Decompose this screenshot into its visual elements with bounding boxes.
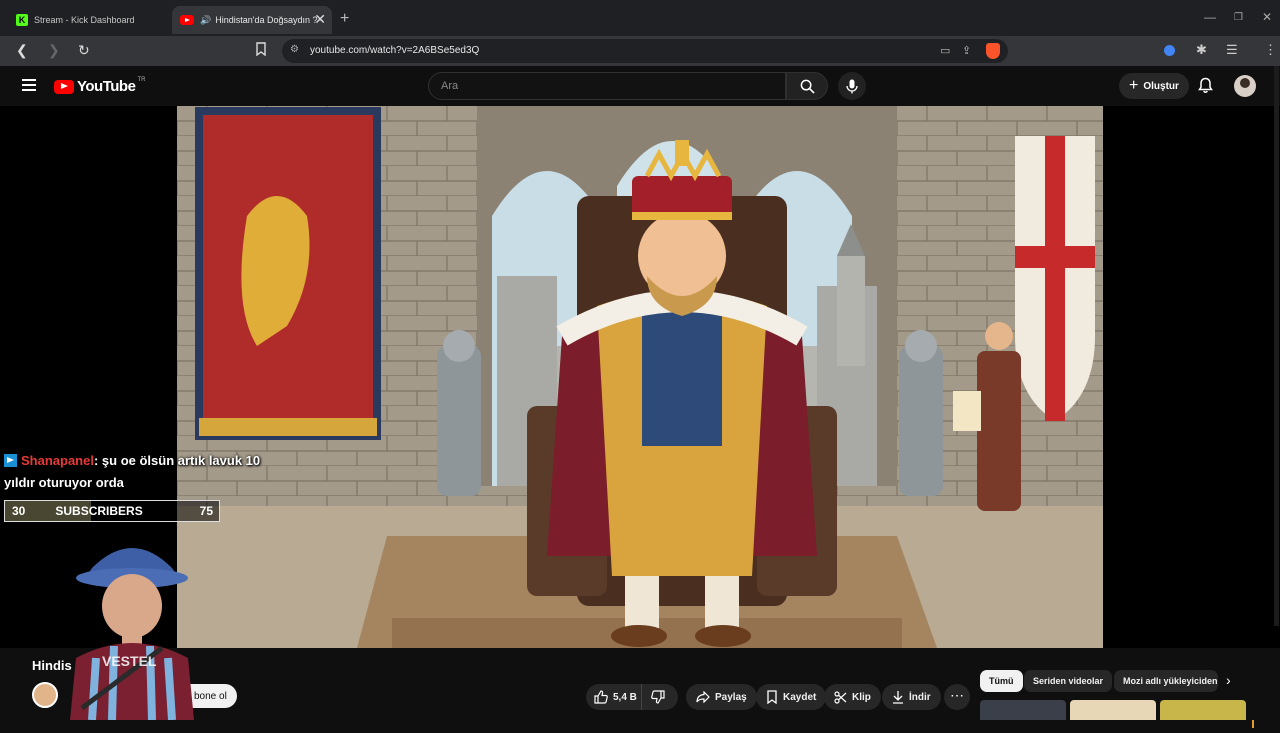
kick-chat-icon — [4, 454, 17, 467]
search-button[interactable] — [786, 72, 828, 100]
clip-button[interactable]: Klip — [824, 684, 881, 710]
more-actions-button[interactable]: ⋯ — [944, 684, 970, 710]
like-button[interactable]: 5,4 B — [586, 684, 642, 710]
address-bar[interactable]: ⚙ youtube.com/watch?v=2A6BSe5ed3Q ▭ ⇪ — [282, 39, 1008, 63]
country-code: TR — [137, 76, 146, 83]
create-label: Oluştur — [1143, 80, 1179, 92]
search-icon — [800, 79, 815, 94]
microphone-icon — [846, 79, 858, 93]
clip-label: Klip — [852, 691, 871, 703]
youtube-play-icon — [54, 79, 74, 94]
svg-text:VESTEL: VESTEL — [102, 653, 157, 669]
subscriber-goal: 75 — [199, 504, 213, 518]
forward-icon[interactable]: ❯ — [48, 42, 60, 59]
bookmark-icon[interactable] — [255, 42, 267, 59]
save-button[interactable]: Kaydet — [756, 684, 827, 710]
subscriber-goal-bar: 30 SUBSCRIBERS 75 — [4, 500, 220, 522]
like-count: 5,4 B — [613, 691, 637, 703]
logo-wordmark: YouTube — [77, 78, 136, 95]
recommended-thumbnail[interactable] — [1070, 700, 1156, 720]
browser-tabstrip: K Stream - Kick Dashboard 🔊 Hindistan'da… — [0, 0, 1280, 36]
close-window-icon[interactable]: ✕ — [1262, 10, 1272, 24]
tab-title: Stream - Kick Dashboard — [34, 15, 135, 25]
chip-series-videos[interactable]: Seriden videolar — [1024, 670, 1113, 692]
tab-title: Hindistan'da Doğsaydın ? - — [215, 15, 323, 25]
search-input[interactable] — [429, 73, 785, 99]
save-icon — [767, 690, 777, 704]
url-text: youtube.com/watch?v=2A6BSe5ed3Q — [310, 45, 480, 56]
video-frame-illustration — [177, 106, 1103, 648]
subscriber-label: SUBSCRIBERS — [55, 504, 143, 518]
voice-search-button[interactable] — [838, 72, 866, 100]
new-tab-button[interactable]: + — [340, 10, 349, 28]
reading-list-icon[interactable]: ☰ — [1226, 42, 1238, 58]
recommended-thumbnail[interactable] — [980, 700, 1066, 720]
close-tab-icon[interactable]: ✕ — [314, 12, 326, 26]
thumbs-down-icon — [650, 690, 665, 704]
share-page-icon[interactable]: ⇪ — [962, 44, 971, 57]
page-scrollbar[interactable] — [1274, 66, 1279, 626]
recommended-thumbnail[interactable] — [1160, 700, 1246, 720]
cast-icon[interactable]: ▭ — [940, 44, 950, 57]
extensions-puzzle-icon[interactable]: ✱ — [1196, 42, 1207, 58]
plus-icon: + — [1129, 77, 1139, 94]
thumbs-up-icon — [594, 690, 608, 704]
share-button[interactable]: Paylaş — [686, 684, 757, 710]
share-icon — [696, 691, 710, 703]
streamer-webcam: VESTEL — [62, 528, 202, 721]
stream-chat-message: Shanapanel: şu oe ölsün artık lavuk 10 y… — [4, 450, 294, 494]
chip-all[interactable]: Tümü — [980, 670, 1023, 692]
scissors-icon — [834, 690, 847, 704]
menu-icon[interactable] — [22, 79, 36, 91]
speaker-icon: 🔊 — [200, 14, 212, 25]
browser-toolbar: ❮ ❯ ↻ ⚙ youtube.com/watch?v=2A6BSe5ed3Q … — [0, 36, 1280, 66]
chip-uploader-videos[interactable]: Mozi adlı yükleyiciden — [1114, 670, 1218, 692]
save-label: Kaydet — [783, 691, 817, 703]
dislike-button[interactable] — [642, 684, 678, 710]
tab-kick-dashboard[interactable]: K Stream - Kick Dashboard — [10, 6, 170, 34]
browser-menu-icon[interactable]: ⋮ — [1264, 42, 1277, 58]
kick-icon: K — [16, 14, 28, 26]
brave-shield-icon[interactable] — [986, 43, 1000, 59]
subscriber-current: 30 — [12, 504, 26, 518]
back-icon[interactable]: ❮ — [16, 42, 28, 59]
site-info-icon[interactable]: ⚙ — [290, 44, 299, 55]
youtube-header: YouTube TR + Oluştur — [0, 66, 1280, 106]
reload-icon[interactable]: ↻ — [78, 42, 90, 59]
youtube-icon — [180, 15, 194, 25]
download-label: İndir — [909, 691, 931, 703]
download-button[interactable]: İndir — [882, 684, 941, 710]
chat-username: Shanapanel — [21, 453, 94, 468]
notifications-button[interactable] — [1198, 77, 1213, 99]
like-dislike-group: 5,4 B — [586, 684, 678, 710]
youtube-logo[interactable]: YouTube TR — [54, 76, 146, 95]
account-avatar[interactable] — [1234, 75, 1256, 97]
extension-blue-icon[interactable] — [1164, 45, 1175, 56]
download-icon — [893, 691, 903, 704]
search-box — [428, 72, 786, 100]
tab-youtube-video[interactable]: 🔊 Hindistan'da Doğsaydın ? - ✕ — [172, 6, 332, 34]
create-button[interactable]: + Oluştur — [1119, 73, 1189, 99]
minimize-icon[interactable]: — — [1204, 10, 1216, 24]
channel-avatar[interactable] — [32, 682, 58, 708]
bell-icon — [1198, 77, 1213, 93]
share-label: Paylaş — [715, 691, 747, 703]
chevron-right-icon[interactable]: › — [1226, 672, 1231, 688]
restore-icon[interactable]: ❐ — [1234, 12, 1243, 23]
